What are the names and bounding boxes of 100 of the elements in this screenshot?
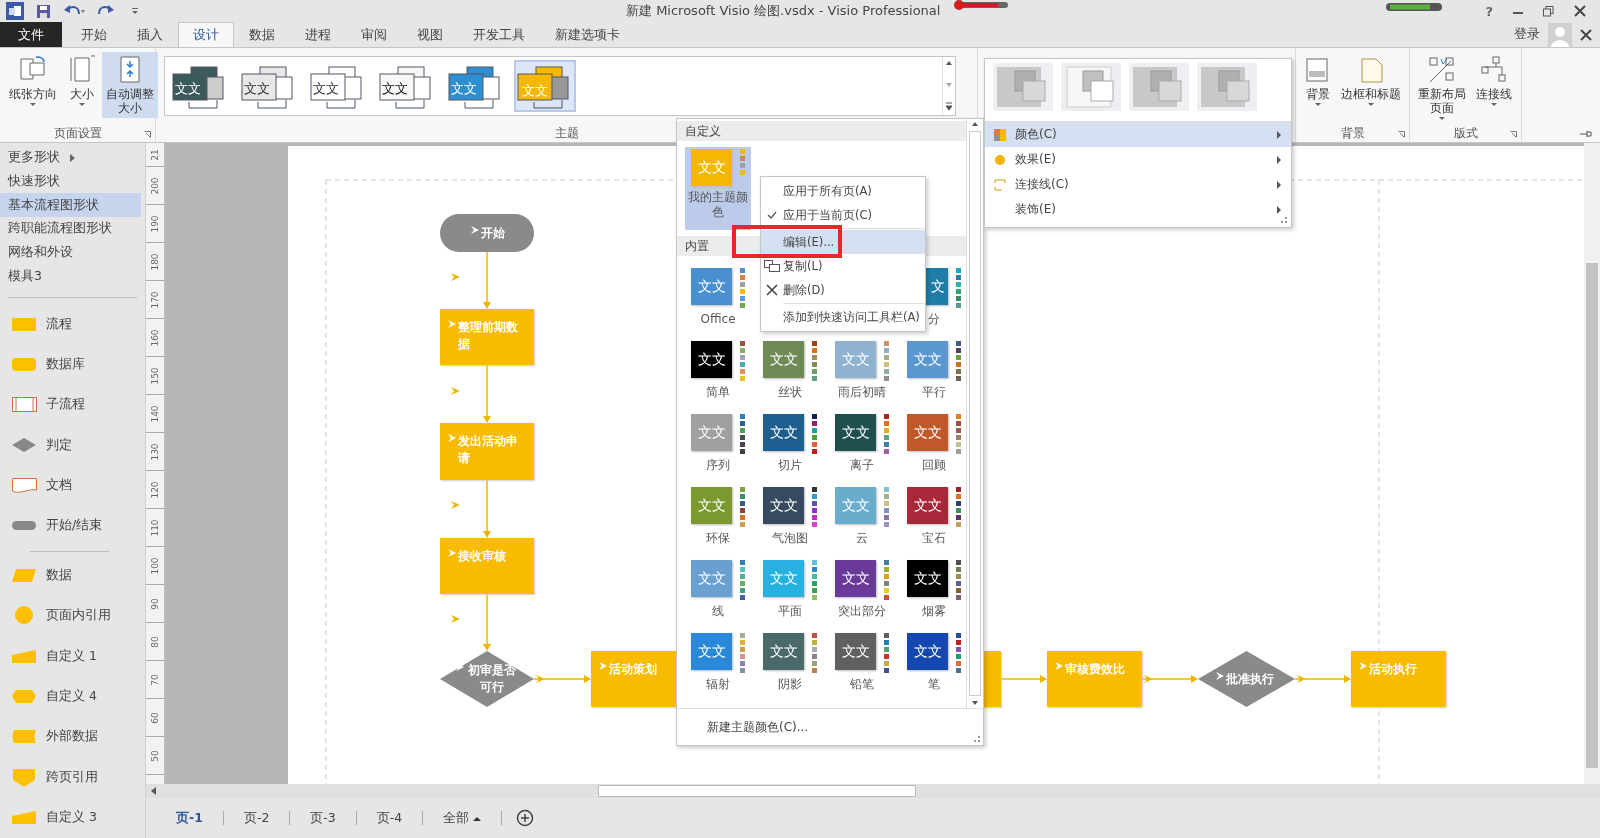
stencil-nav-item[interactable]: 快速形状 xyxy=(0,169,141,194)
ribbon-tab[interactable]: 设计 xyxy=(178,22,234,47)
stencil-nav-item[interactable]: 更多形状 xyxy=(0,146,141,170)
theme-color-option[interactable]: 文文 云 xyxy=(829,485,895,558)
theme-color-option[interactable]: 文文 辐射 xyxy=(685,631,751,704)
stencil-label[interactable]: 外部数据 xyxy=(46,728,98,746)
menu-item[interactable]: 新建主题颜色(C)... xyxy=(707,718,809,736)
ribbon-tab[interactable]: 数据 xyxy=(234,22,290,47)
add-page-icon[interactable] xyxy=(516,809,535,827)
page-tab[interactable]: 全部 xyxy=(423,811,503,825)
ribbon-button[interactable]: 重新布局页面 xyxy=(1414,52,1470,123)
app-logo-icon[interactable] xyxy=(6,2,24,20)
theme-color-option[interactable]: 文文 雨后初晴 xyxy=(829,339,895,412)
ribbon-tab[interactable]: 插入 xyxy=(122,22,178,47)
variant-thumbnail[interactable] xyxy=(993,63,1053,111)
theme-color-option[interactable]: 文文 序列 xyxy=(685,412,751,485)
theme-color-option[interactable]: 文文 线 xyxy=(685,558,751,631)
stencil-label[interactable]: 数据 xyxy=(46,566,72,584)
ribbon-button[interactable]: 边框和标题 xyxy=(1338,52,1404,109)
ribbon-tab[interactable]: 开始 xyxy=(66,22,122,47)
menu-item[interactable]: 装饰(E) xyxy=(985,197,1291,222)
ribbon-tab[interactable]: 审阅 xyxy=(346,22,402,47)
menu-item[interactable]: 应用于当前页(C) xyxy=(761,203,925,227)
ribbon-tab[interactable]: 视图 xyxy=(402,22,458,47)
pin-icon[interactable] xyxy=(1580,130,1592,138)
stencil-nav-item[interactable]: 基本流程图形状 xyxy=(0,193,141,217)
ribbon-button[interactable]: 背景 xyxy=(1300,52,1336,109)
stencil-label[interactable]: 文档 xyxy=(46,477,72,495)
menu-item[interactable]: 添加到快速访问工具栏(A) xyxy=(761,305,925,329)
stencil-label[interactable]: 开始/结束 xyxy=(46,517,103,535)
menu-item[interactable]: 连接线(C) xyxy=(985,172,1291,197)
close-icon[interactable] xyxy=(1580,28,1592,41)
file-tab[interactable]: 文件 xyxy=(0,22,62,47)
stencil-label[interactable]: 子流程 xyxy=(46,396,85,414)
scroll-left-icon[interactable] xyxy=(150,786,158,796)
stencil-label[interactable]: 自定义 3 xyxy=(46,809,97,827)
theme-color-option[interactable]: 文文 平面 xyxy=(757,558,823,631)
theme-thumbnail[interactable]: 文文 xyxy=(238,60,300,112)
theme-color-option[interactable]: 文文 烟雾 xyxy=(901,558,966,631)
stencil-label[interactable]: 跨页引用 xyxy=(46,768,98,786)
page-tab[interactable]: 页-4 xyxy=(356,811,424,825)
theme-color-option[interactable]: 文文 突出部分 xyxy=(829,558,895,631)
ribbon-tab[interactable]: 新建选项卡 xyxy=(540,22,635,47)
help-button[interactable]: ? xyxy=(1485,3,1493,19)
dialog-launcher-icon[interactable] xyxy=(1398,131,1405,138)
stencil-label[interactable]: 自定义 1 xyxy=(46,647,97,665)
theme-color-option[interactable]: 文文 铅笔 xyxy=(829,631,895,704)
stencil-nav-item[interactable]: 网络和外设 xyxy=(0,240,141,265)
theme-color-option[interactable]: 文文 切片 xyxy=(757,412,823,485)
dialog-launcher-icon[interactable] xyxy=(144,131,151,138)
theme-color-option[interactable]: 文文 环保 xyxy=(685,485,751,558)
menu-item[interactable]: 应用于所有页(A) xyxy=(761,179,925,203)
menu-item[interactable]: 效果(E) xyxy=(985,147,1291,172)
avatar-icon[interactable] xyxy=(1548,22,1572,47)
page-tab[interactable]: 页-3 xyxy=(290,811,357,825)
ribbon-button[interactable]: 自动调整大小 xyxy=(102,52,158,118)
theme-color-option[interactable]: 文文 宝石 xyxy=(901,485,966,558)
ribbon-button[interactable]: 纸张方向 xyxy=(4,52,62,109)
theme-thumbnail[interactable]: 文文 xyxy=(307,60,369,112)
theme-thumbnail[interactable]: 文文 xyxy=(169,60,231,112)
gallery-scroll-icon[interactable] xyxy=(942,57,955,115)
page-tab[interactable]: 页-2 xyxy=(223,811,291,825)
stencil-label[interactable]: 数据库 xyxy=(46,355,85,373)
theme-color-option[interactable]: 文文 简单 xyxy=(685,339,751,412)
theme-color-option[interactable]: 文文 Office xyxy=(685,266,751,339)
stencil-label[interactable]: 自定义 4 xyxy=(46,688,97,705)
resize-grip-icon[interactable] xyxy=(974,736,980,742)
stencil-label[interactable]: 判定 xyxy=(46,436,72,454)
theme-thumbnail[interactable]: 文文 xyxy=(445,60,507,112)
page-tab[interactable]: 页-1 xyxy=(156,811,224,825)
stencil-label[interactable]: 页面内引用 xyxy=(46,607,111,625)
theme-color-option[interactable]: 文文 阴影 xyxy=(757,631,823,704)
theme-color-option[interactable]: 文文 平行 xyxy=(901,339,966,412)
theme-color-option[interactable]: 文文 回顾 xyxy=(901,412,966,485)
stencil-nav-item[interactable]: 模具3 xyxy=(0,264,141,288)
vertical-scrollbar[interactable] xyxy=(1584,143,1600,784)
variant-thumbnail[interactable] xyxy=(1197,63,1257,111)
variant-thumbnail[interactable] xyxy=(1061,63,1121,111)
menu-item[interactable]: 编辑(E)... xyxy=(761,230,925,254)
theme-color-option[interactable]: 文文 丝状 xyxy=(757,339,823,412)
ribbon-button[interactable]: 大小 xyxy=(64,52,100,109)
dialog-launcher-icon[interactable] xyxy=(1510,131,1517,138)
theme-color-option[interactable]: 文文 笔 xyxy=(901,631,966,704)
close-icon[interactable] xyxy=(1574,5,1586,17)
resize-grip-icon[interactable] xyxy=(1281,217,1287,223)
vertical-scrollbar[interactable] xyxy=(966,119,983,708)
theme-color-option[interactable]: 文文 我的主题颜色 xyxy=(685,147,751,230)
ribbon-tab[interactable]: 开发工具 xyxy=(458,22,540,47)
restore-icon[interactable] xyxy=(1543,5,1554,17)
variant-thumbnail[interactable] xyxy=(1129,63,1189,111)
menu-item[interactable]: 颜色(C) xyxy=(985,122,1291,147)
sign-in-link[interactable]: 登录 xyxy=(1514,26,1540,43)
theme-thumbnail[interactable]: 文文 xyxy=(376,60,438,112)
save-icon[interactable] xyxy=(36,3,51,19)
theme-color-option[interactable]: 文文 离子 xyxy=(829,412,895,485)
stencil-label[interactable]: 流程 xyxy=(46,315,72,333)
customize-icon[interactable] xyxy=(131,6,139,16)
theme-color-option[interactable]: 文文 气泡图 xyxy=(757,485,823,558)
stencil-nav-item[interactable]: 跨职能流程图形状 xyxy=(0,216,141,241)
ribbon-tab[interactable]: 进程 xyxy=(290,22,346,47)
